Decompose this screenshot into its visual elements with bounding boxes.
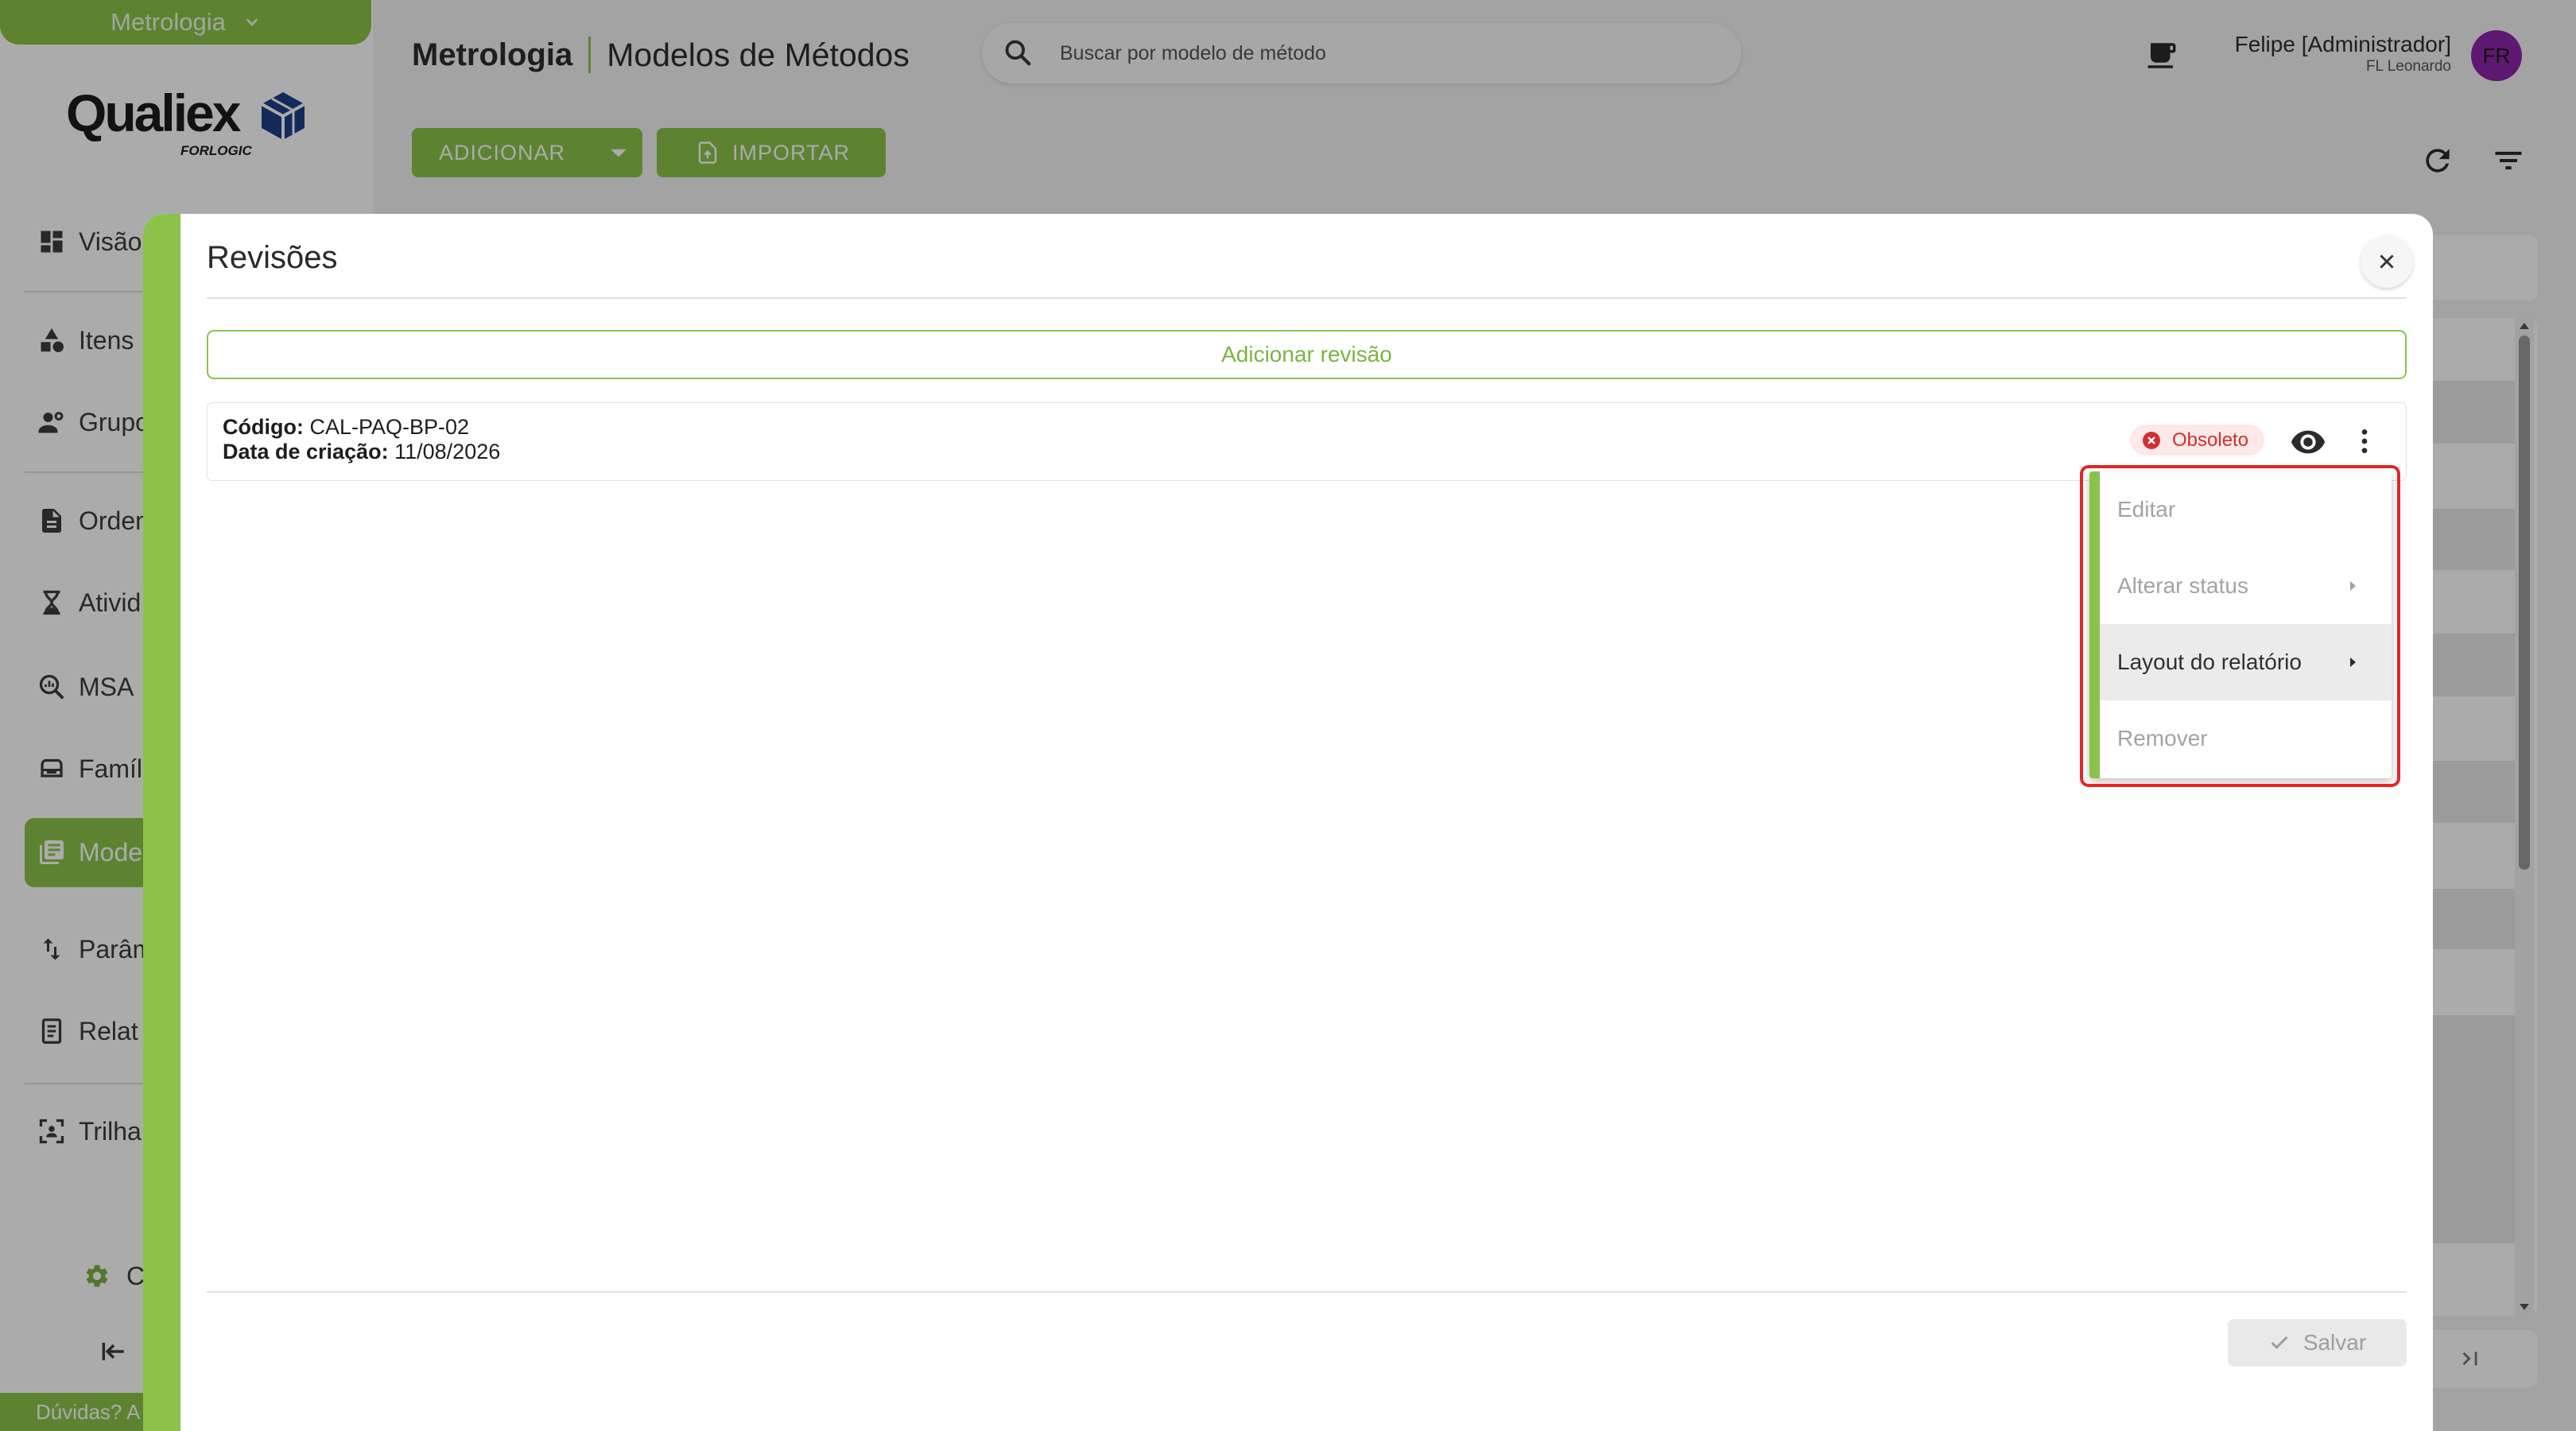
save-button-label: Salvar [2302, 1330, 2367, 1355]
revision-date: 11/08/2026 [394, 440, 501, 463]
revision-code-label: Código: [223, 415, 304, 439]
revision-date-line: Data de criação: 11/08/2026 [223, 440, 500, 464]
check-icon [2271, 1336, 2288, 1349]
error-icon [2143, 431, 2160, 449]
save-button[interactable]: Salvar [2228, 1319, 2407, 1367]
add-revision-label: Adicionar revisão [1221, 342, 1392, 366]
dialog-title: Revisões [207, 240, 338, 275]
revision-card: Código: CAL-PAQ-BP-02 Data de criação: 1… [207, 402, 2407, 481]
dialog-accent-strip [143, 214, 180, 1431]
revision-code: CAL-PAQ-BP-02 [309, 415, 470, 439]
status-label: Obsoleto [2172, 429, 2249, 451]
dialog-divider [207, 297, 2407, 299]
eye-icon[interactable] [2290, 424, 2326, 460]
status-badge: Obsoleto [2130, 425, 2264, 456]
more-vert-icon[interactable] [2349, 425, 2380, 457]
revisions-dialog: Revisões Adicionar revisão Código: CAL-P… [143, 214, 2433, 1431]
close-button[interactable] [2361, 235, 2413, 288]
close-icon [2380, 254, 2394, 269]
revision-date-label: Data de criação: [223, 440, 389, 463]
dialog-footer-divider [207, 1291, 2407, 1293]
highlight-box [2080, 465, 2400, 787]
add-revision-button[interactable]: Adicionar revisão [207, 330, 2407, 379]
revision-code-line: Código: CAL-PAQ-BP-02 [223, 415, 469, 440]
